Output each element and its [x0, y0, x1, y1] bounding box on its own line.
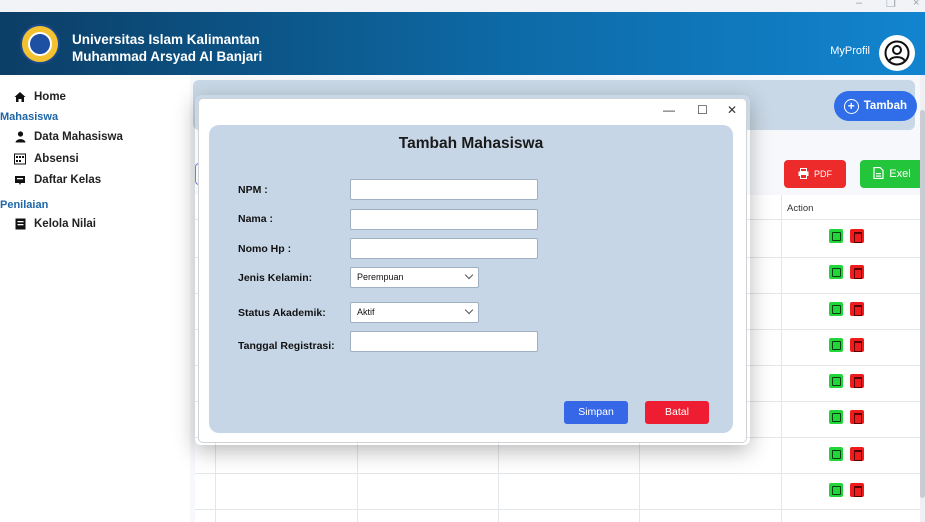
printer-icon [798, 167, 809, 181]
tambah-mahasiswa-dialog: — ☐ ✕ Tambah Mahasiswa NPM : Nama : Nomo… [198, 98, 747, 443]
sidebar-item-data-mahasiswa-label: Data Mahasiswa [34, 131, 123, 143]
form-title: Tambah Mahasiswa [398, 135, 544, 152]
excel-export-label: Exel [889, 168, 911, 180]
dialog-maximize-button[interactable]: ☐ [697, 103, 708, 117]
table-row [829, 410, 864, 424]
tambah-button-label: Tambah [863, 100, 907, 112]
user-icon [14, 131, 26, 143]
home-icon [14, 91, 26, 103]
sidebar-item-kelola-nilai[interactable]: Kelola Nilai [14, 218, 96, 230]
trash-icon[interactable] [850, 338, 864, 352]
user-circle-icon[interactable] [879, 35, 915, 71]
sidebar: Home Mahasiswa Data Mahasiswa Absensi Da… [0, 75, 190, 522]
pdf-export-button[interactable]: PDF [784, 160, 846, 188]
gradebook-icon [14, 218, 26, 230]
edit-icon[interactable] [829, 265, 843, 279]
os-minimize-button[interactable]: – [856, 0, 862, 9]
trash-icon[interactable] [850, 229, 864, 243]
status-akademik-value: Aktif [357, 307, 375, 317]
npm-input[interactable] [350, 179, 538, 200]
pdf-export-label: PDF [814, 169, 832, 179]
sidebar-item-data-mahasiswa[interactable]: Data Mahasiswa [14, 131, 123, 143]
sidebar-item-absensi-label: Absensi [34, 153, 79, 165]
table-row [829, 302, 864, 316]
table-row [829, 447, 864, 461]
tanggal-registrasi-input[interactable] [350, 331, 538, 352]
sidebar-item-home[interactable]: Home [14, 91, 66, 103]
os-title-bar: – ❐ × [0, 0, 925, 12]
edit-icon[interactable] [829, 229, 843, 243]
edit-icon[interactable] [829, 338, 843, 352]
sidebar-item-daftar-kelas-label: Daftar Kelas [34, 174, 102, 186]
app-header: Universitas Islam Kalimantan Muhammad Ar… [0, 12, 925, 75]
edit-icon[interactable] [829, 302, 843, 316]
table-row [829, 374, 864, 388]
edit-icon[interactable] [829, 410, 843, 424]
trash-icon[interactable] [850, 447, 864, 461]
table-row [829, 229, 864, 243]
status-akademik-select[interactable]: Aktif [350, 302, 479, 323]
sidebar-item-absensi[interactable]: Absensi [14, 153, 79, 165]
jenis-kelamin-label: Jenis Kelamin: [238, 272, 313, 284]
app-title: Universitas Islam Kalimantan Muhammad Ar… [72, 31, 262, 65]
trash-icon[interactable] [850, 483, 864, 497]
npm-label: NPM : [238, 184, 268, 196]
batal-button[interactable]: Batal [645, 401, 709, 424]
nama-input[interactable] [350, 209, 538, 230]
myprofil-link[interactable]: MyProfil [830, 45, 870, 57]
dialog-close-button[interactable]: ✕ [727, 103, 737, 117]
nomor-hp-label: Nomo Hp : [238, 243, 292, 255]
dialog-minimize-button[interactable]: — [663, 103, 675, 117]
action-column-header: Action [787, 203, 814, 214]
os-close-button[interactable]: × [913, 0, 919, 9]
jenis-kelamin-value: Perempuan [357, 272, 404, 282]
sidebar-item-daftar-kelas[interactable]: Daftar Kelas [14, 174, 101, 186]
edit-icon[interactable] [829, 447, 843, 461]
nomor-hp-input[interactable] [350, 238, 538, 259]
sidebar-section-mahasiswa: Mahasiswa [0, 111, 59, 123]
form-card: Tambah Mahasiswa NPM : Nama : Nomo Hp : … [209, 125, 733, 433]
app-title-line1: Universitas Islam Kalimantan [72, 32, 260, 47]
scrollbar-thumb[interactable] [920, 110, 925, 498]
document-icon [873, 166, 884, 182]
plus-circle-icon: + [843, 98, 859, 114]
table-row [829, 483, 864, 497]
os-restore-button[interactable]: ❐ [886, 0, 896, 10]
sidebar-item-kelola-nilai-label: Kelola Nilai [34, 218, 96, 230]
jenis-kelamin-select[interactable]: Perempuan [350, 267, 479, 288]
excel-export-button[interactable]: Exel [860, 160, 924, 188]
sidebar-section-penilaian: Penilaian [0, 199, 49, 211]
sidebar-item-home-label: Home [34, 91, 66, 103]
trash-icon[interactable] [850, 265, 864, 279]
chevron-down-icon [464, 305, 474, 315]
trash-icon[interactable] [850, 374, 864, 388]
tanggal-registrasi-label: Tanggal Registrasi: [238, 340, 335, 352]
table-row [829, 265, 864, 279]
table-row [829, 338, 864, 352]
class-icon [14, 174, 26, 186]
attendance-icon [14, 153, 26, 165]
trash-icon[interactable] [850, 410, 864, 424]
simpan-button[interactable]: Simpan [564, 401, 628, 424]
chevron-down-icon [464, 270, 474, 280]
app-title-line2: Muhammad Arsyad Al Banjari [72, 49, 263, 64]
edit-icon[interactable] [829, 483, 843, 497]
tambah-button[interactable]: + Tambah [833, 91, 917, 121]
edit-icon[interactable] [829, 374, 843, 388]
nama-label: Nama : [238, 213, 274, 225]
trash-icon[interactable] [850, 302, 864, 316]
status-akademik-label: Status Akademik: [238, 307, 326, 319]
university-logo [20, 24, 60, 64]
